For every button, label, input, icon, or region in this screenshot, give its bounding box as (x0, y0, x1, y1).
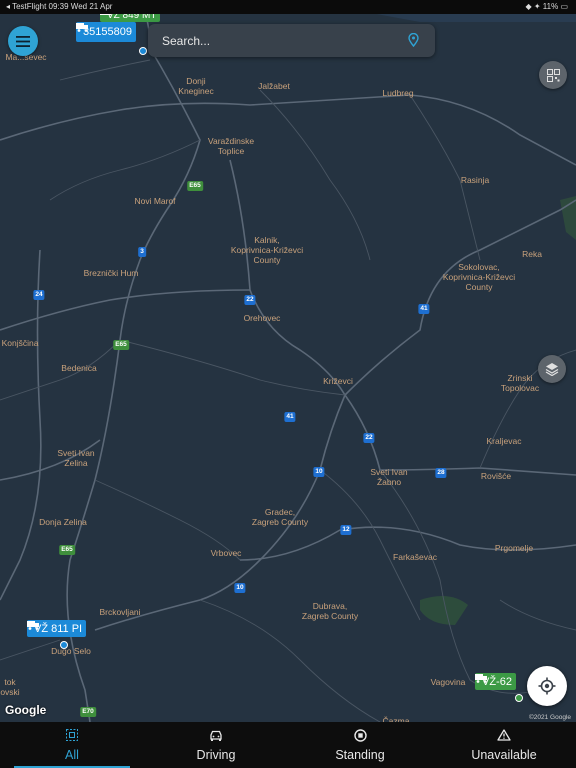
road-shield: 10 (313, 467, 325, 477)
road-shield: 41 (418, 304, 430, 314)
map-layers-button[interactable] (538, 355, 566, 383)
tab-all[interactable]: All (0, 722, 144, 768)
place-label: Breznički Hum (83, 268, 139, 278)
status-left: ◂ TestFlight 09:39 Wed 21 Apr (6, 2, 113, 11)
vehicle-position-dot (139, 47, 147, 55)
tab-standing[interactable]: Standing (288, 722, 432, 768)
place-label: Jalžabet (258, 81, 290, 91)
vehicle-marker[interactable]: 35155809 (76, 22, 136, 42)
place-label: Sveti Ivan Zelina (57, 448, 95, 468)
place-label: Bedenica (61, 363, 97, 373)
place-label: Sveti Ivan Žabno (370, 467, 408, 487)
map-copyright: ©2021 Google (528, 714, 571, 721)
road-shield: 28 (435, 468, 447, 478)
place-label: Kalnik, Koprivnica-Križevci County (230, 235, 304, 265)
place-label: Donji Kneginec (178, 76, 214, 96)
road-shield: 12 (340, 525, 352, 535)
place-label: Rasinja (460, 175, 490, 185)
tab-unavailable[interactable]: Unavailable (432, 722, 576, 768)
place-label: Varaždinske Toplice (207, 136, 255, 156)
tab-label: Unavailable (471, 748, 537, 762)
qr-scan-button[interactable] (539, 61, 567, 89)
road-shield: 22 (244, 295, 256, 305)
tab-bar: All Driving Standing Unavailable (0, 722, 576, 768)
my-location-button[interactable] (527, 666, 567, 706)
layers-icon (545, 363, 559, 376)
crosshair-icon (538, 677, 556, 695)
truck-icon (76, 23, 88, 32)
map-view[interactable]: Donji Kneginec Jalžabet Ludbreg Varaždinske T… (0, 0, 576, 722)
status-bar: ◂ TestFlight 09:39 Wed 21 Apr ◆ ✦ 11% ▭ (0, 0, 576, 14)
road-shield: E65 (187, 181, 203, 191)
place-label: Donja Zelina (39, 517, 87, 527)
place-label: Prgomelje (494, 543, 534, 553)
place-label: tok ovski (0, 677, 20, 697)
place-label: Orehovec (243, 313, 281, 323)
road-shield: 24 (33, 290, 45, 300)
location-pin-icon[interactable] (408, 33, 419, 47)
place-label: Ludbreg (382, 88, 414, 98)
car-icon (210, 730, 222, 741)
vehicle-position-dot (515, 694, 523, 702)
vehicle-marker[interactable]: VŽ-62 (475, 673, 516, 690)
search-bar[interactable] (148, 24, 435, 57)
status-right: ◆ ✦ 11% ▭ (525, 2, 569, 11)
vehicle-position-dot (60, 641, 68, 649)
google-logo: Google (5, 703, 47, 717)
place-label: Kraljevac (486, 436, 522, 446)
place-label: Reka (522, 249, 542, 259)
place-label: Vagovina (430, 677, 466, 687)
warning-icon (497, 729, 511, 741)
road-shield: 41 (284, 412, 296, 422)
place-label: Gradec, Zagreb County (251, 507, 309, 527)
place-label: Brckovljani (99, 607, 141, 617)
tab-driving[interactable]: Driving (144, 722, 288, 768)
truck-icon (475, 674, 487, 683)
place-label: Dubrava, Zagreb County (301, 601, 359, 621)
place-label: Vrbovec (210, 548, 242, 558)
grid-icon (66, 729, 78, 741)
road-shield: E65 (59, 545, 75, 555)
road-shield: 10 (234, 583, 246, 593)
hamburger-icon (16, 35, 30, 47)
tab-label: Driving (196, 748, 236, 762)
place-label: Rovišće (480, 471, 512, 481)
place-label: Zrinski Topolovac (500, 373, 540, 393)
place-label: Novi Marof (134, 196, 176, 206)
tab-label: All (65, 748, 79, 762)
qr-code-icon (546, 68, 560, 82)
road-shield: 3 (138, 247, 146, 257)
road-shield: 22 (363, 433, 375, 443)
place-label: Farkaševac (393, 552, 437, 562)
place-label: Sokolovac, Koprivnica-Križevci County (442, 262, 516, 292)
menu-button[interactable] (8, 26, 38, 56)
place-label: Konjščina (1, 338, 39, 348)
map-roads (0, 0, 576, 722)
road-shield: E65 (113, 340, 129, 350)
place-label: Križevci (323, 376, 353, 386)
vehicle-marker[interactable]: VŽ 811 PI (27, 620, 87, 637)
road-shield: E70 (80, 707, 96, 717)
search-input[interactable] (160, 32, 404, 49)
vehicle-label: 35155809 (83, 26, 132, 38)
vehicle-label: VŽ 811 PI (34, 622, 83, 635)
truck-icon (27, 621, 39, 630)
stop-icon (353, 728, 367, 742)
place-label: Dugo Selo (51, 646, 91, 656)
tab-label: Standing (335, 748, 385, 762)
